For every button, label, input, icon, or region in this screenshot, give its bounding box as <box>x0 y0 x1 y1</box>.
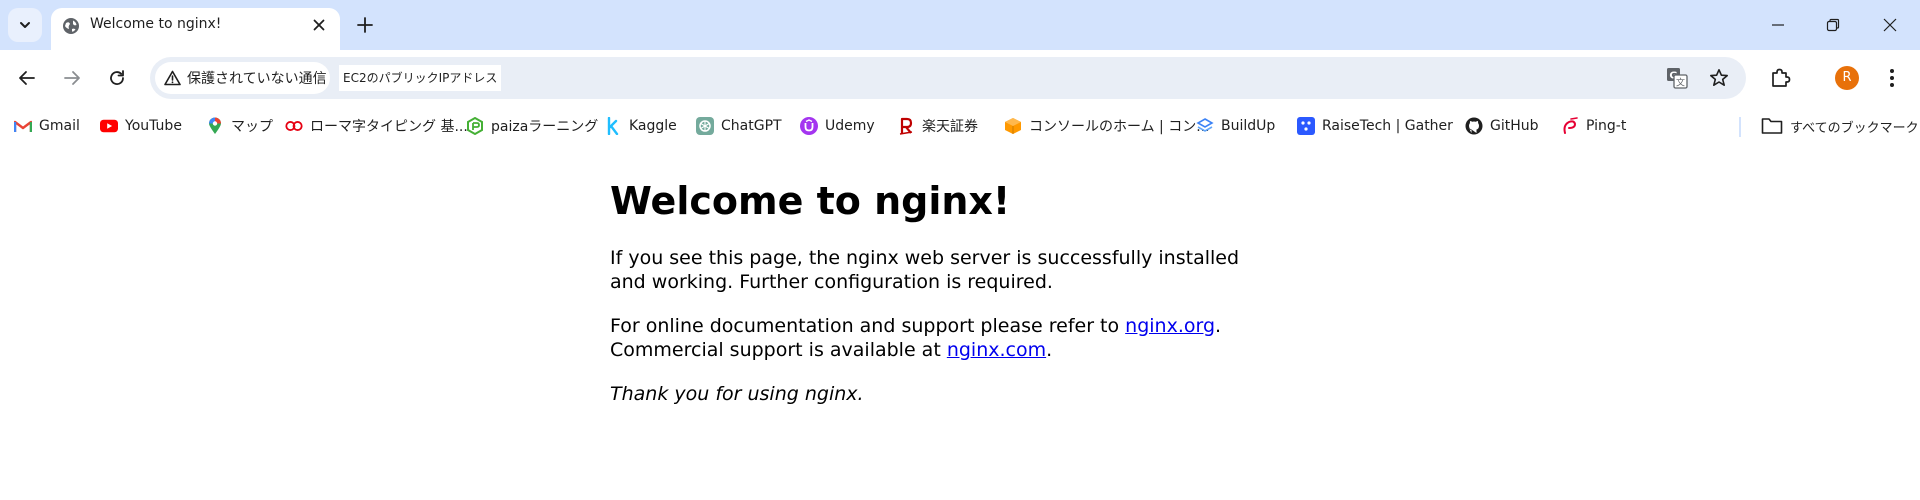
aws-console-icon <box>1004 117 1022 135</box>
globe-icon <box>62 17 80 35</box>
nginx-org-link[interactable]: nginx.org <box>1125 315 1215 337</box>
warning-icon <box>164 70 181 86</box>
svg-text:文: 文 <box>1676 77 1685 89</box>
reload-icon <box>110 70 124 85</box>
bookmark-github[interactable]: GitHub <box>1465 114 1539 138</box>
url-text[interactable]: EC2のパブリックIPアドレス <box>339 65 502 91</box>
tab-search-button[interactable] <box>8 8 42 42</box>
all-bookmarks-button[interactable]: すべてのブックマーク <box>1761 114 1919 138</box>
bookmark-chatgpt[interactable]: ChatGPT <box>696 114 782 138</box>
nginx-com-link[interactable]: nginx.com <box>947 339 1046 361</box>
bookmark-youtube[interactable]: YouTube <box>100 114 182 138</box>
bookmark-label: paizaラーニング <box>491 119 599 135</box>
page-heading: Welcome to nginx! <box>610 179 1011 223</box>
minimize-button[interactable] <box>1765 12 1791 38</box>
punctuation: . <box>1046 339 1053 361</box>
thanks-paragraph: Thank you for using nginx. <box>610 383 864 405</box>
tab-title: Welcome to nginx! <box>90 16 222 32</box>
raisetech-icon <box>1297 117 1315 135</box>
support-paragraph: For online documentation and support ple… <box>610 314 1250 362</box>
close-icon <box>1883 18 1897 32</box>
maps-icon <box>206 117 224 135</box>
bookmark-pingt[interactable]: Ping-t <box>1561 114 1626 138</box>
close-tab-icon[interactable] <box>310 16 328 34</box>
youtube-icon <box>100 117 118 135</box>
github-icon <box>1465 117 1483 135</box>
folder-icon <box>1761 117 1783 135</box>
page-content: Welcome to nginx! If you see this page, … <box>610 160 1250 406</box>
bookmark-aws-console[interactable]: コンソールのホーム | コン... <box>1004 114 1210 138</box>
bookmark-label: Udemy <box>825 118 875 134</box>
bookmark-raisetech[interactable]: RaiseTech | Gather <box>1297 114 1453 138</box>
reload-button[interactable] <box>103 64 131 92</box>
all-bookmarks-label: すべてのブックマーク <box>1790 120 1919 136</box>
kebab-menu-icon <box>1890 69 1894 87</box>
rakuten-icon <box>897 117 915 135</box>
bookmark-label: Kaggle <box>629 118 677 134</box>
bookmark-label: Gmail <box>39 118 80 134</box>
bookmark-typing[interactable]: ローマ字タイピング 基... <box>285 114 468 138</box>
forward-button[interactable] <box>58 64 86 92</box>
close-window-button[interactable] <box>1877 12 1903 38</box>
bookmark-rakuten[interactable]: 楽天証券 <box>897 114 978 138</box>
bookmark-label: GitHub <box>1490 118 1539 134</box>
chatgpt-icon <box>696 117 714 135</box>
bookmark-label: マップ <box>231 119 273 135</box>
address-bar[interactable]: 保護されていない通信 EC2のパブリックIPアドレス G 文 <box>150 57 1746 99</box>
bookmark-udemy[interactable]: Udemy <box>800 114 875 138</box>
restore-icon <box>1826 18 1840 32</box>
menu-button[interactable] <box>1878 64 1906 92</box>
restore-button[interactable] <box>1820 12 1846 38</box>
new-tab-button[interactable] <box>352 12 378 38</box>
gmail-icon <box>14 117 32 135</box>
minimize-icon <box>1772 24 1784 26</box>
bookmark-label: ChatGPT <box>721 118 782 134</box>
forward-arrow-icon <box>64 71 80 85</box>
pingt-icon <box>1561 117 1579 135</box>
security-label: 保護されていない通信 <box>187 71 327 87</box>
paiza-icon <box>466 117 484 135</box>
typing-icon <box>285 117 303 135</box>
support-text: For online documentation and support ple… <box>610 315 1126 337</box>
bookmark-label: BuildUp <box>1221 118 1276 134</box>
bookmark-label: ローマ字タイピング 基... <box>310 119 468 135</box>
kaggle-icon <box>604 117 622 135</box>
bookmark-maps[interactable]: マップ <box>206 114 273 138</box>
extensions-button[interactable] <box>1767 64 1795 92</box>
bookmark-label: 楽天証券 <box>922 119 978 135</box>
bookmarks-bar: Gmail YouTube マップ ローマ字タイピング 基... paizaラー… <box>0 110 1920 142</box>
bookmark-gmail[interactable]: Gmail <box>14 114 80 138</box>
active-tab[interactable]: Welcome to nginx! <box>51 8 340 50</box>
bookmark-paiza[interactable]: paizaラーニング <box>466 114 598 138</box>
intro-paragraph: If you see this page, the nginx web serv… <box>610 247 1240 293</box>
puzzle-icon <box>1772 68 1791 87</box>
chevron-down-icon <box>20 22 30 28</box>
bookmark-label: YouTube <box>125 118 182 134</box>
bookmark-kaggle[interactable]: Kaggle <box>604 114 677 138</box>
toolbar: 保護されていない通信 EC2のパブリックIPアドレス G 文 R <box>0 50 1920 106</box>
bookmark-label: RaiseTech | Gather <box>1322 118 1453 134</box>
security-chip[interactable]: 保護されていない通信 <box>155 62 330 94</box>
tab-strip: Welcome to nginx! <box>0 0 1920 50</box>
udemy-icon <box>800 117 818 135</box>
bookmark-star-icon[interactable] <box>1707 66 1731 90</box>
bookmark-label: Ping-t <box>1586 118 1627 134</box>
back-button[interactable] <box>13 64 41 92</box>
translate-icon[interactable]: G 文 <box>1665 66 1689 90</box>
punctuation: . <box>1215 315 1222 337</box>
bookmark-label: コンソールのホーム | コン... <box>1029 119 1210 135</box>
bookmarks-separator <box>1739 117 1741 137</box>
buildup-icon <box>1196 117 1214 135</box>
profile-avatar[interactable]: R <box>1835 66 1859 90</box>
bookmark-buildup[interactable]: BuildUp <box>1196 114 1275 138</box>
plus-icon <box>357 17 373 33</box>
commercial-support-text: Commercial support is available at <box>610 339 947 361</box>
back-arrow-icon <box>19 71 35 85</box>
